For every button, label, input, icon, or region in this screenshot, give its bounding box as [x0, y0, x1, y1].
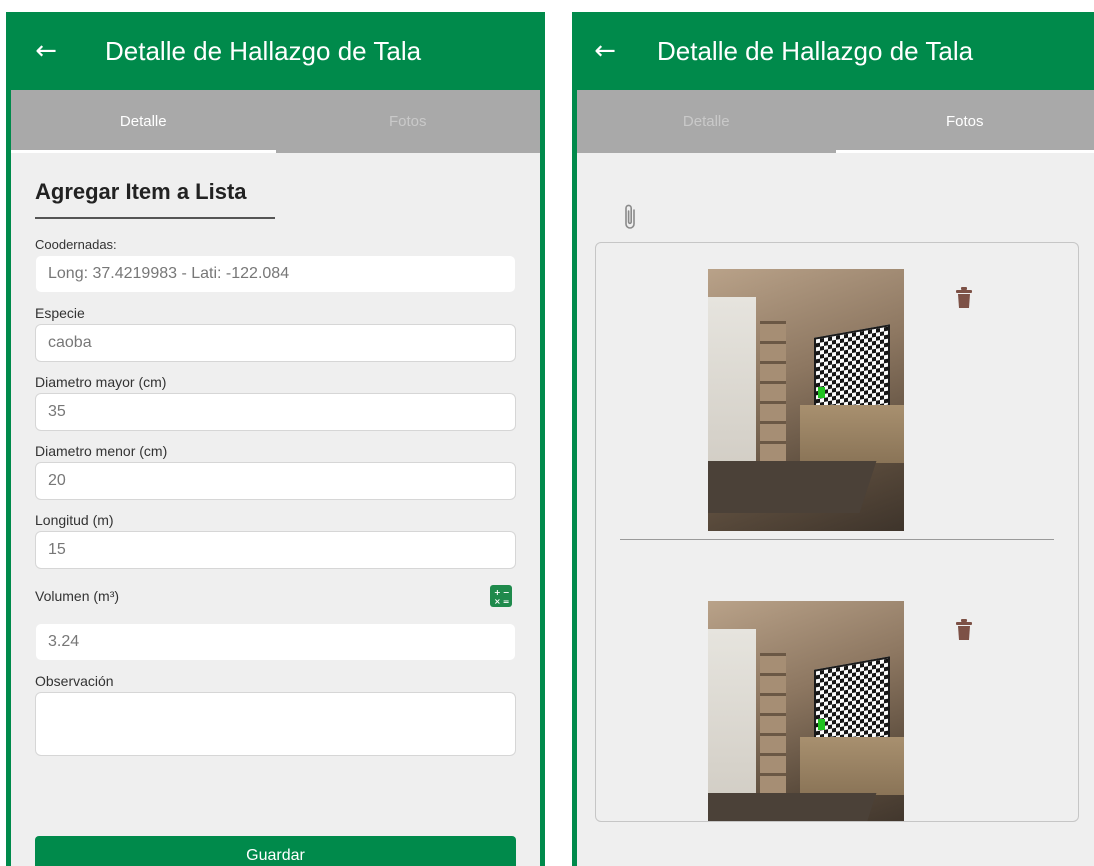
tab-fotos[interactable]: Fotos	[836, 90, 1094, 153]
page-title: Detalle de Hallazgo de Tala	[105, 35, 422, 66]
arrow-left-icon[interactable]: ←	[577, 38, 633, 64]
detail-screen: ← Detalle de Hallazgo de Tala Detalle Fo…	[11, 12, 540, 866]
calculator-icon[interactable]: + − × =	[490, 585, 512, 607]
observation-textarea[interactable]	[35, 692, 516, 756]
volume-label: Volumen (m³)	[35, 588, 120, 604]
diam-minor-input[interactable]: 20	[35, 462, 516, 500]
length-label: Longitud (m)	[35, 512, 114, 528]
tab-bar: Detalle Fotos	[577, 90, 1094, 153]
trash-icon[interactable]	[956, 619, 972, 641]
species-label: Especie	[35, 305, 85, 321]
length-input[interactable]: 15	[35, 531, 516, 569]
item-form: Agregar Item a Lista Coodernadas: Long: …	[11, 179, 540, 756]
volume-field: 3.24	[35, 623, 516, 661]
coords-field: Long: 37.4219983 - Lati: -122.084	[35, 255, 516, 293]
trash-icon[interactable]	[956, 287, 972, 309]
section-title: Agregar Item a Lista	[35, 179, 275, 219]
photo-divider	[620, 539, 1054, 540]
tab-detalle[interactable]: Detalle	[11, 90, 276, 153]
phone-photos: ← Detalle de Hallazgo de Tala Detalle Fo…	[572, 12, 1094, 866]
coords-label: Coodernadas:	[35, 237, 117, 252]
tab-indicator	[835, 150, 1094, 153]
photo-gallery	[595, 242, 1079, 822]
tab-fotos[interactable]: Fotos	[276, 90, 541, 153]
tab-bar: Detalle Fotos	[11, 90, 540, 153]
app-bar: ← Detalle de Hallazgo de Tala	[11, 12, 540, 90]
volume-row: Volumen (m³) + − × =	[35, 585, 516, 607]
phone-detail: ← Detalle de Hallazgo de Tala Detalle Fo…	[6, 12, 545, 866]
photo-thumbnail[interactable]	[708, 601, 904, 821]
tab-indicator	[11, 150, 276, 153]
photo-thumbnail[interactable]	[708, 269, 904, 531]
page-title: Detalle de Hallazgo de Tala	[657, 35, 974, 66]
species-input[interactable]: caoba	[35, 324, 516, 362]
arrow-left-icon[interactable]: ←	[11, 38, 81, 64]
diam-major-input[interactable]: 35	[35, 393, 516, 431]
app-bar: ← Detalle de Hallazgo de Tala	[577, 12, 1094, 90]
photos-screen: ← Detalle de Hallazgo de Tala Detalle Fo…	[577, 12, 1094, 866]
observation-label: Observación	[35, 673, 114, 689]
diam-major-label: Diametro mayor (cm)	[35, 374, 167, 390]
save-button[interactable]: Guardar	[35, 836, 516, 866]
diam-minor-label: Diametro menor (cm)	[35, 443, 168, 459]
paperclip-icon[interactable]	[619, 202, 643, 232]
tab-detalle[interactable]: Detalle	[577, 90, 836, 153]
